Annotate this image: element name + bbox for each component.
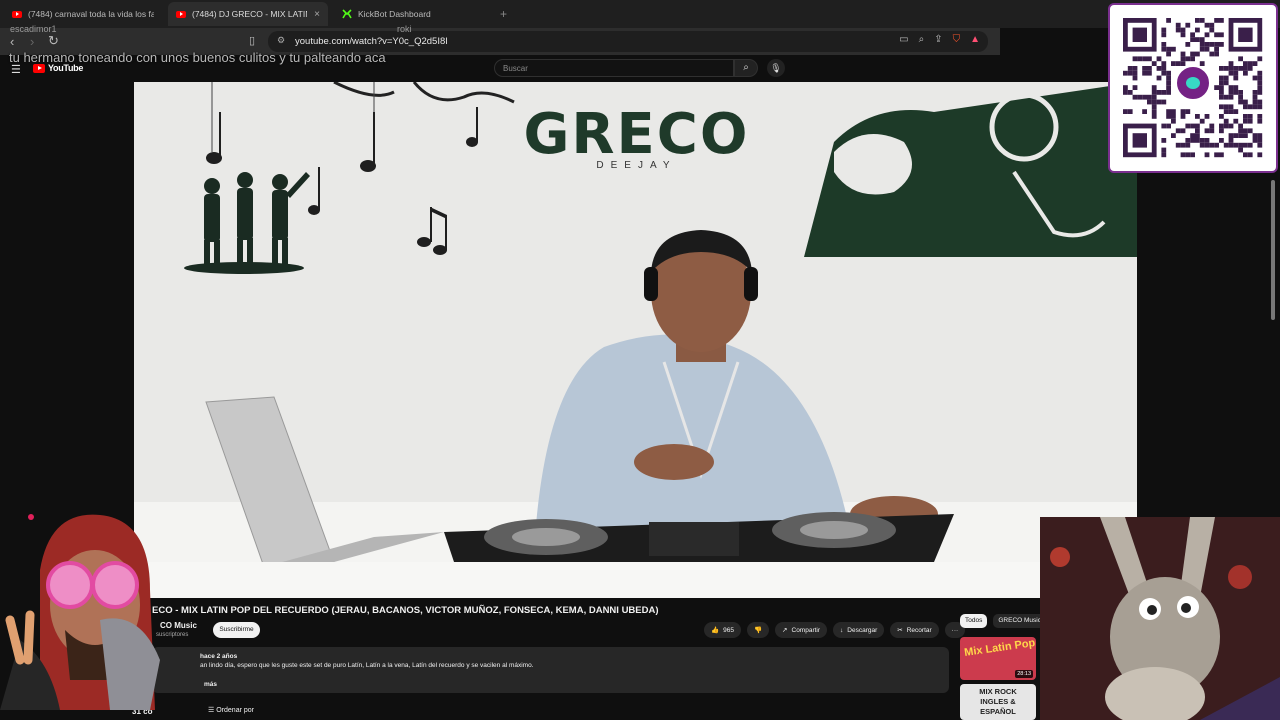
forward-icon[interactable]: › [30, 34, 34, 49]
thumbnail-text: Mix Latin Pop [963, 637, 1036, 659]
youtube-icon [176, 10, 186, 18]
yape-qr-code [1108, 3, 1278, 173]
share-icon[interactable]: ⇪ [934, 34, 942, 45]
share-label: Compartir [791, 626, 821, 634]
tab-label: KickBot Dashboard [358, 9, 431, 19]
cursor-dot [28, 514, 34, 520]
search-placeholder: Buscar [503, 64, 528, 73]
thumbs-down-icon: 👎 [753, 627, 763, 634]
tab-dj-greco[interactable]: (7484) DJ GRECO - MIX LATIN PO × [168, 2, 328, 26]
description-box[interactable]: hace 2 años an lindo día, espero que les… [152, 647, 949, 693]
chip-all[interactable]: Todos [960, 614, 988, 628]
filter-chips: Todos GRECO Music [960, 614, 1046, 628]
chip-greco-music[interactable]: GRECO Music [993, 614, 1046, 628]
scissors-icon: ✂ [897, 627, 903, 634]
tab-kickbot[interactable]: KickBot Dashboard [334, 2, 494, 26]
new-tab-button[interactable]: + [500, 7, 507, 21]
clip-label: Recortar [906, 626, 932, 634]
video-duration: 28:13 [1015, 670, 1033, 678]
sort-comments-button[interactable]: ☰ Ordenar por [208, 706, 254, 714]
dislike-button[interactable]: 👎 [746, 622, 770, 638]
download-button[interactable]: ↓ Descargar [833, 622, 885, 638]
browser-tab-bar: (7484) carnaval toda la vida los fabul (… [0, 0, 1280, 28]
sort-label: Ordenar por [216, 707, 254, 714]
download-icon: ↓ [840, 626, 844, 634]
video-title: ECO - MIX LATIN POP DEL RECUERDO (JERAU,… [152, 605, 659, 616]
site-info-icon[interactable]: ⚙ [277, 35, 285, 46]
greco-logo-text: GRECO [523, 102, 750, 167]
description-text: an lindo día, espero que les guste este … [200, 662, 534, 669]
streamer-webcam [1040, 517, 1280, 720]
brave-rewards-icon[interactable]: ▲ [970, 34, 980, 45]
download-label: Descargar [847, 626, 878, 634]
donkey-mascot [1040, 517, 1280, 720]
share-button[interactable]: ↗ Compartir [775, 622, 828, 638]
thumbnail-text: MIX ROCK INGLES & ESPAÑOL [979, 687, 1017, 716]
brave-shield-icon[interactable]: ⛉ [953, 34, 961, 45]
chat-message: tu hermano toneando con unos buenos culi… [9, 50, 386, 65]
url-text: youtube.com/watch?v=Y0c_Q2d5I8I [295, 36, 448, 47]
yape-logo-icon [1175, 65, 1211, 101]
chat-username: escadimor1 [10, 24, 57, 34]
tab-carnaval[interactable]: (7484) carnaval toda la vida los fabul [4, 2, 162, 26]
recommended-video-thumbnail[interactable]: Mix Latin Pop 28:13 [960, 637, 1036, 680]
youtube-icon [12, 10, 22, 18]
cast-icon[interactable]: ▭ [899, 34, 908, 45]
address-bar-actions: ▭ ⌕ ⇪ ⛉ ▲ [899, 34, 980, 45]
greco-logo: GRECO DEEJAY [514, 102, 759, 172]
search-icon: ⌕ [743, 62, 749, 73]
back-icon[interactable]: ‹ [10, 34, 14, 49]
share-arrow-icon: ↗ [782, 627, 788, 634]
reload-icon[interactable]: ↻ [48, 33, 59, 49]
thumbs-up-icon: 👍 [711, 627, 720, 634]
video-player[interactable]: GRECO DEEJAY [134, 82, 1137, 598]
streamer-avatar [0, 510, 210, 720]
screen: (7484) carnaval toda la vida los fabul (… [0, 0, 1280, 720]
address-bar[interactable]: ⚙ youtube.com/watch?v=Y0c_Q2d5I8I ▭ ⌕ ⇪ … [268, 31, 988, 52]
tab-label: (7484) carnaval toda la vida los fabul [28, 9, 154, 19]
like-count: 965 [723, 626, 734, 634]
bookmark-icon[interactable]: ▯ [249, 34, 255, 47]
kickbot-icon [342, 9, 352, 19]
hippie-avatar-art [0, 514, 160, 710]
zoom-icon[interactable]: ⌕ [919, 34, 925, 45]
video-actions: 👍 965 👎 ↗ Compartir ↓ Descargar ✂ Recort… [704, 622, 966, 638]
chat-username-2: roki [397, 24, 412, 34]
voice-search-button[interactable]: 🎙 [767, 59, 785, 77]
close-tab-icon[interactable]: × [314, 9, 320, 20]
microphone-icon: 🎙 [770, 63, 782, 73]
search-input[interactable]: Buscar [494, 59, 734, 77]
recommended-video-thumbnail[interactable]: MIX ROCK INGLES & ESPAÑOL [960, 684, 1036, 720]
search-button[interactable]: ⌕ [734, 59, 758, 77]
clip-button[interactable]: ✂ Recortar [890, 622, 939, 638]
subscribe-button[interactable]: Suscribirme [213, 622, 260, 638]
tab-label: (7484) DJ GRECO - MIX LATIN PO [192, 9, 307, 19]
like-button[interactable]: 👍 965 [704, 622, 741, 638]
page-scrollbar[interactable] [1271, 180, 1275, 320]
